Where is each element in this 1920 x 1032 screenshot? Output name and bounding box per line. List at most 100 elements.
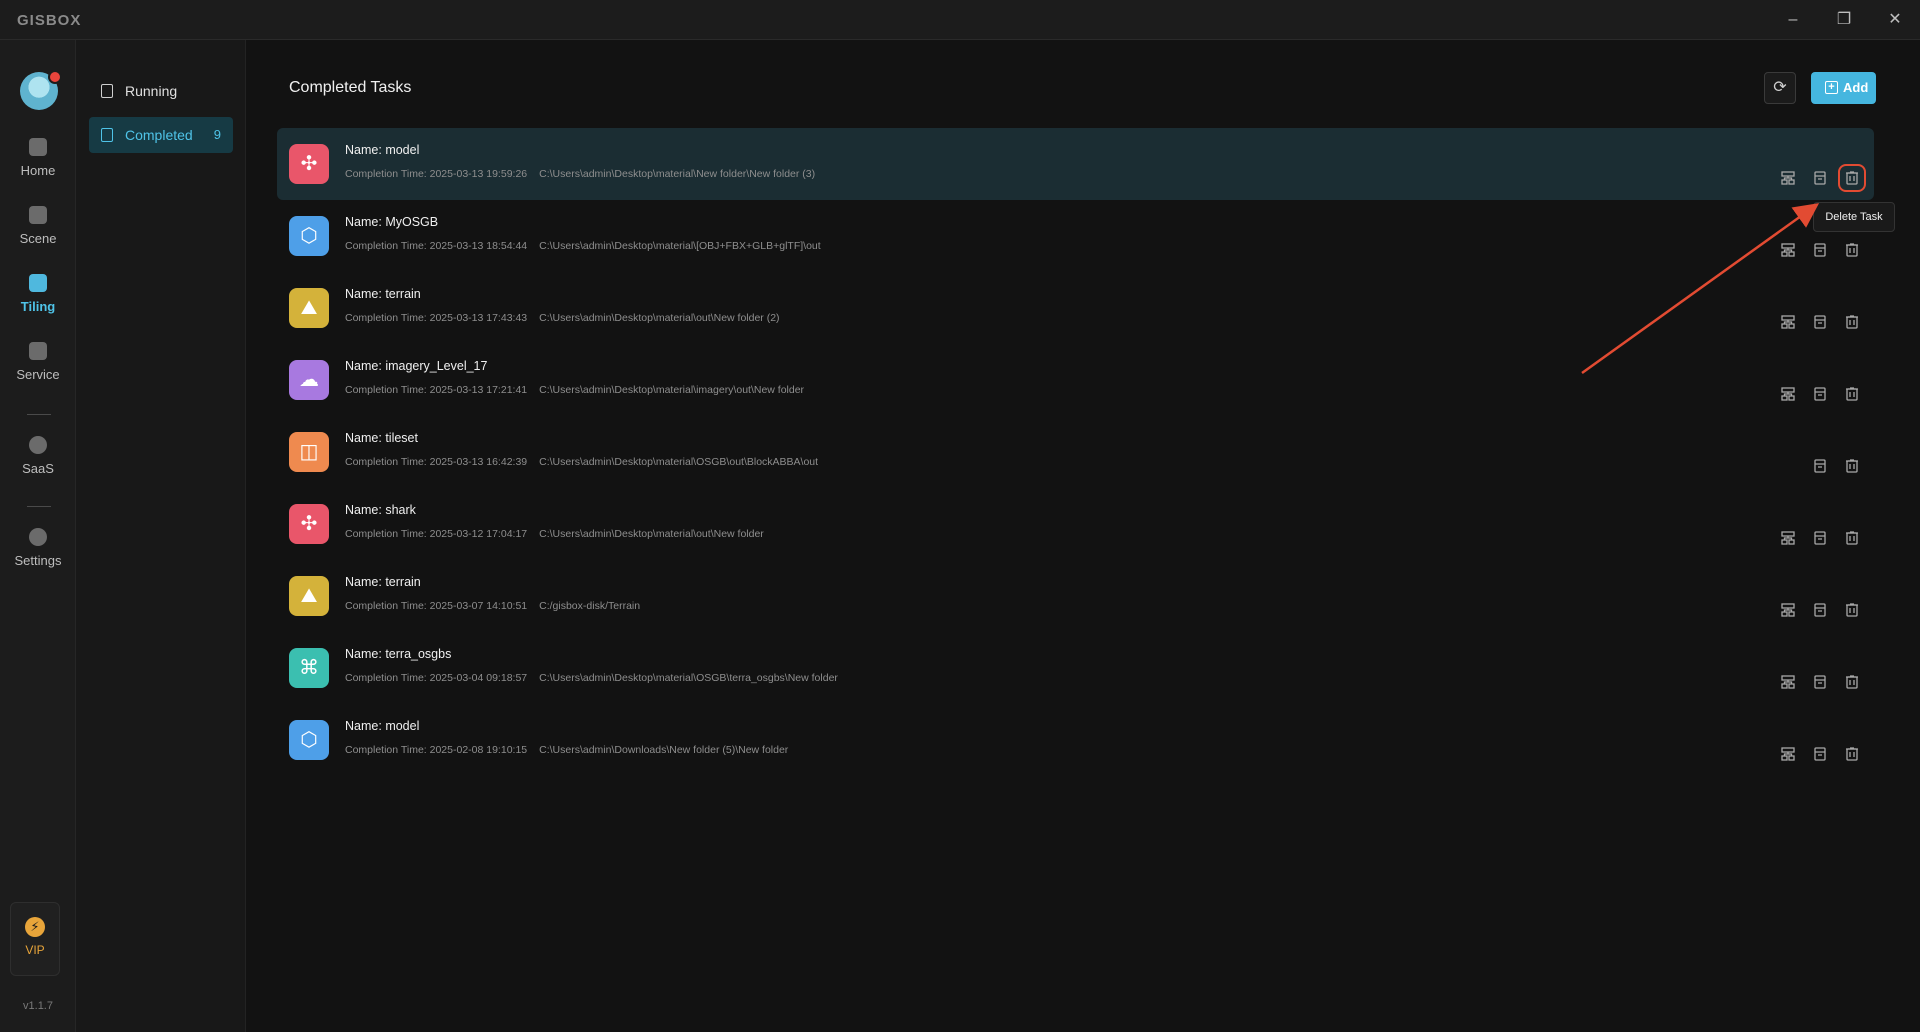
rail-item-home[interactable]: Home bbox=[0, 138, 76, 198]
task-name: Name: tileset bbox=[345, 431, 418, 445]
minimize-button[interactable]: – bbox=[1783, 10, 1803, 30]
page-title: Completed Tasks bbox=[289, 79, 412, 96]
vip-button[interactable]: ⚡ VIP bbox=[10, 902, 60, 976]
task-path: C:/gisbox-disk/Terrain bbox=[539, 600, 641, 612]
cube-icon bbox=[29, 206, 47, 224]
task-meta: Completion Time: 2025-03-12 17:04:17 C:\U… bbox=[345, 528, 764, 540]
task-meta: Completion Time: 2025-03-04 09:18:57 C:\U… bbox=[345, 672, 838, 684]
rail-label: Scene bbox=[19, 231, 57, 246]
delete-task-icon[interactable] bbox=[1844, 314, 1860, 330]
structure-icon[interactable] bbox=[1780, 242, 1796, 258]
maximize-button[interactable]: ❐ bbox=[1834, 10, 1854, 30]
log-icon[interactable] bbox=[1812, 674, 1828, 690]
log-icon[interactable] bbox=[1812, 242, 1828, 258]
rail-item-scene[interactable]: Scene bbox=[0, 206, 76, 266]
task-name: Name: terrain bbox=[345, 575, 421, 589]
task-type-icon: ◫ bbox=[289, 432, 329, 472]
structure-icon[interactable] bbox=[1780, 602, 1796, 618]
rail-label: SaaS bbox=[22, 461, 54, 476]
log-icon[interactable] bbox=[1812, 746, 1828, 762]
task-meta: Completion Time: 2025-03-13 18:54:44 C:\U… bbox=[345, 240, 821, 252]
structure-icon[interactable] bbox=[1780, 746, 1796, 762]
task-path: C:\Users\admin\Desktop\material\out\New … bbox=[539, 528, 764, 540]
delete-task-icon[interactable] bbox=[1844, 674, 1860, 690]
delete-task-tooltip: Delete Task bbox=[1813, 202, 1895, 232]
task-row[interactable]: ⌘ Name: terra_osgbs Completion Time: 2025-… bbox=[277, 632, 1874, 704]
rail-label: Service bbox=[16, 367, 60, 382]
rail-label: Settings bbox=[14, 553, 62, 568]
subnav-running[interactable]: Running bbox=[89, 73, 233, 109]
rail-item-saas[interactable]: SaaS bbox=[0, 436, 76, 496]
task-type-icon: ⛰ bbox=[289, 288, 329, 328]
task-row[interactable]: ☁ Name: imagery_Level_17 Completion Time: … bbox=[277, 344, 1874, 416]
task-row[interactable]: ✣ Name: model Completion Time: 2025-03-13 … bbox=[277, 128, 1874, 200]
title-bar: GISBOX – ❐ ✕ bbox=[0, 0, 1920, 40]
left-rail: Home Scene Tiling Service SaaS Settings … bbox=[0, 40, 76, 1032]
add-label: Add bbox=[1843, 80, 1869, 95]
tiling-icon bbox=[29, 274, 47, 292]
task-name: Name: terra_osgbs bbox=[345, 647, 452, 661]
task-type-icon: ⬡ bbox=[289, 720, 329, 760]
rail-label: Home bbox=[20, 163, 56, 178]
task-row[interactable]: ⬡ Name: MyOSGB Completion Time: 2025-03-13… bbox=[277, 200, 1874, 272]
rail-divider bbox=[27, 414, 51, 415]
task-meta: Completion Time: 2025-03-13 17:43:43 C:\U… bbox=[345, 312, 780, 324]
task-list: ✣ Name: model Completion Time: 2025-03-13 … bbox=[277, 128, 1874, 776]
task-meta: Completion Time: 2025-02-08 19:10:15 C:\U… bbox=[345, 744, 789, 756]
add-button[interactable]: + Add bbox=[1811, 72, 1876, 104]
task-name: Name: terrain bbox=[345, 287, 421, 301]
log-icon[interactable] bbox=[1812, 602, 1828, 618]
delete-task-icon[interactable] bbox=[1844, 530, 1860, 546]
task-name: Name: shark bbox=[345, 503, 416, 517]
task-row[interactable]: ⛰ Name: terrain Completion Time: 2025-03-1… bbox=[277, 272, 1874, 344]
rail-label: Tiling bbox=[20, 299, 56, 314]
lightning-icon: ⚡ bbox=[25, 917, 45, 937]
task-row[interactable]: ⛰ Name: terrain Completion Time: 2025-03-0… bbox=[277, 560, 1874, 632]
close-button[interactable]: ✕ bbox=[1885, 10, 1905, 30]
task-path: C:\Users\admin\Desktop\material\out\New … bbox=[539, 312, 780, 324]
log-icon[interactable] bbox=[1812, 458, 1828, 474]
task-row[interactable]: ⬡ Name: model Completion Time: 2025-02-08 … bbox=[277, 704, 1874, 776]
subnav-completed[interactable]: Completed 9 bbox=[89, 117, 233, 153]
log-icon[interactable] bbox=[1812, 386, 1828, 402]
task-type-icon: ⌘ bbox=[289, 648, 329, 688]
document-icon bbox=[101, 84, 113, 98]
vip-label: VIP bbox=[25, 943, 45, 957]
task-path: C:\Users\admin\Downloads\New folder (5)\… bbox=[539, 744, 789, 756]
delete-task-icon[interactable] bbox=[1844, 746, 1860, 762]
task-type-icon: ☁ bbox=[289, 360, 329, 400]
structure-icon[interactable] bbox=[1780, 530, 1796, 546]
task-meta: Completion Time: 2025-03-13 17:21:41 C:\U… bbox=[345, 384, 805, 396]
task-row[interactable]: ◫ Name: tileset Completion Time: 2025-03-1… bbox=[277, 416, 1874, 488]
task-name: Name: MyOSGB bbox=[345, 215, 439, 229]
delete-task-icon[interactable] bbox=[1844, 386, 1860, 402]
delete-task-icon[interactable] bbox=[1844, 458, 1860, 474]
gear-icon bbox=[29, 528, 47, 546]
task-type-icon: ✣ bbox=[289, 504, 329, 544]
task-name: Name: model bbox=[345, 719, 420, 733]
notification-badge bbox=[48, 70, 62, 84]
delete-task-icon[interactable] bbox=[1844, 602, 1860, 618]
task-row[interactable]: ✣ Name: shark Completion Time: 2025-03-12 … bbox=[277, 488, 1874, 560]
task-name: Name: imagery_Level_17 bbox=[345, 359, 488, 373]
refresh-button[interactable]: ⟳ bbox=[1764, 72, 1796, 104]
log-icon[interactable] bbox=[1812, 314, 1828, 330]
rail-item-settings[interactable]: Settings bbox=[0, 528, 76, 588]
log-icon[interactable] bbox=[1812, 170, 1828, 186]
rail-item-tiling[interactable]: Tiling bbox=[0, 274, 76, 334]
delete-task-icon[interactable] bbox=[1838, 164, 1866, 192]
structure-icon[interactable] bbox=[1780, 314, 1796, 330]
delete-task-icon[interactable] bbox=[1844, 242, 1860, 258]
service-icon bbox=[29, 342, 47, 360]
log-icon[interactable] bbox=[1812, 530, 1828, 546]
structure-icon[interactable] bbox=[1780, 170, 1796, 186]
completed-count: 9 bbox=[213, 127, 221, 142]
app-logo: GISBOX bbox=[17, 12, 82, 29]
rail-item-service[interactable]: Service bbox=[0, 342, 76, 402]
subnav-label: Running bbox=[125, 83, 178, 99]
structure-icon[interactable] bbox=[1780, 674, 1796, 690]
document-check-icon bbox=[101, 128, 113, 142]
task-meta: Completion Time: 2025-03-13 19:59:26 C:\U… bbox=[345, 168, 816, 180]
task-path: C:\Users\admin\Desktop\material\imagery\… bbox=[539, 384, 805, 396]
structure-icon[interactable] bbox=[1780, 386, 1796, 402]
